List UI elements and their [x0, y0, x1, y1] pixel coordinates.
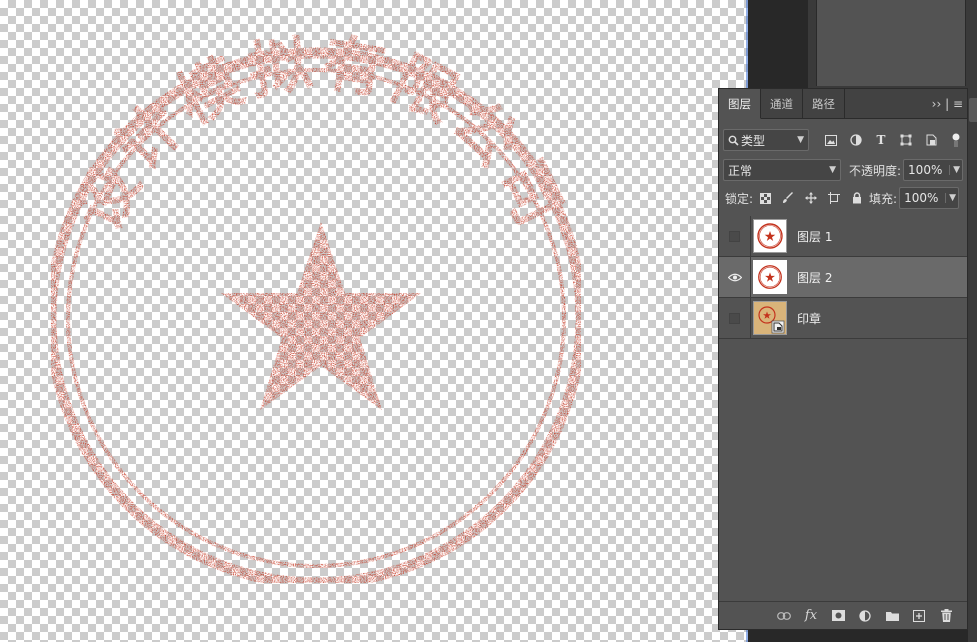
layer-list: 图层 1 图层 2 印章 [719, 215, 967, 339]
opacity-field[interactable]: 100% ▼ [903, 159, 964, 181]
lock-transparent-icon[interactable] [755, 188, 775, 208]
fill-field[interactable]: 100% ▼ [899, 187, 960, 209]
layer-thumbnail [753, 219, 787, 253]
layer-name: 图层 2 [797, 270, 833, 285]
filter-row: 类型 ▼ T [719, 127, 967, 153]
type-filter-icon[interactable]: T [871, 130, 891, 150]
blend-mode-select[interactable]: 正常 ▼ [723, 159, 841, 181]
layer-thumbnail [753, 301, 787, 335]
layers-panel: 图层 通道 路径 ›› | ≡ 类型 ▼ T 正常 ▼ 不透明度: 100% ▼… [718, 88, 968, 630]
panel-tab-bar: 图层 通道 路径 ›› | ≡ [719, 89, 967, 119]
layer-name: 印章 [797, 311, 822, 326]
filter-toggle-icon[interactable] [946, 130, 966, 150]
shape-filter-icon[interactable] [896, 130, 916, 150]
tab-layers[interactable]: 图层 [719, 89, 761, 119]
lock-artboard-icon[interactable] [824, 188, 844, 208]
new-group-icon[interactable] [883, 606, 901, 626]
layer-effects-icon[interactable]: fx [802, 606, 820, 626]
right-dock-strip [968, 0, 977, 642]
lock-row: 锁定: 填充: 100% ▼ [719, 185, 967, 211]
link-layers-icon[interactable] [775, 606, 793, 626]
pixel-filter-icon[interactable] [821, 130, 841, 150]
adjustment-filter-icon[interactable] [846, 130, 866, 150]
visibility-toggle[interactable] [719, 256, 751, 298]
visibility-off-box [729, 312, 740, 324]
eye-icon [727, 273, 742, 281]
smart-object-filter-icon[interactable] [921, 130, 941, 150]
visibility-toggle[interactable] [719, 297, 751, 339]
new-layer-icon[interactable] [910, 606, 928, 626]
panel-menu-button[interactable]: ›› | ≡ [932, 89, 963, 119]
filter-icons: T [821, 130, 966, 150]
opacity-label: 不透明度: [849, 163, 902, 178]
filter-kind-label: 类型 [741, 133, 766, 148]
layer-row-selected[interactable]: 图层 2 [719, 256, 967, 298]
layer-row[interactable]: 印章 [719, 297, 967, 339]
trash-icon[interactable] [937, 606, 955, 626]
chevron-down-icon: ▼ [945, 193, 956, 203]
chevron-down-icon: ▼ [949, 165, 960, 175]
layers-panel-footer: fx [719, 601, 967, 629]
visibility-toggle[interactable] [719, 215, 751, 257]
lock-brush-icon[interactable] [778, 188, 798, 208]
add-mask-icon[interactable] [829, 606, 847, 626]
layer-name: 图层 1 [797, 229, 833, 244]
blend-mode-label: 正常 [728, 163, 753, 178]
chevron-down-icon: ▼ [797, 135, 804, 145]
opacity-value: 100% [908, 163, 943, 177]
lock-label: 锁定: [725, 191, 754, 206]
dock-grip[interactable] [969, 98, 977, 122]
fill-label: 填充: [869, 191, 898, 206]
layer-thumbnail [753, 260, 787, 294]
fill-value: 100% [904, 191, 939, 205]
collapsed-panel [816, 0, 966, 86]
tab-channels[interactable]: 通道 [761, 89, 803, 118]
lock-move-icon[interactable] [801, 188, 821, 208]
tab-paths[interactable]: 路径 [803, 89, 845, 118]
layer-row[interactable]: 图层 1 [719, 215, 967, 257]
lock-all-icon[interactable] [847, 188, 867, 208]
visibility-off-box [729, 230, 740, 242]
new-adjustment-icon[interactable] [856, 606, 874, 626]
stamp-star [221, 222, 421, 410]
filter-kind-select[interactable]: 类型 ▼ [723, 129, 809, 151]
stamp-artwork: 设计模拟有限公司 [45, 25, 587, 589]
lock-icons [755, 188, 867, 208]
search-icon [728, 135, 739, 146]
chevron-down-icon: ▼ [829, 165, 836, 175]
blend-row: 正常 ▼ 不透明度: 100% ▼ [719, 157, 967, 183]
